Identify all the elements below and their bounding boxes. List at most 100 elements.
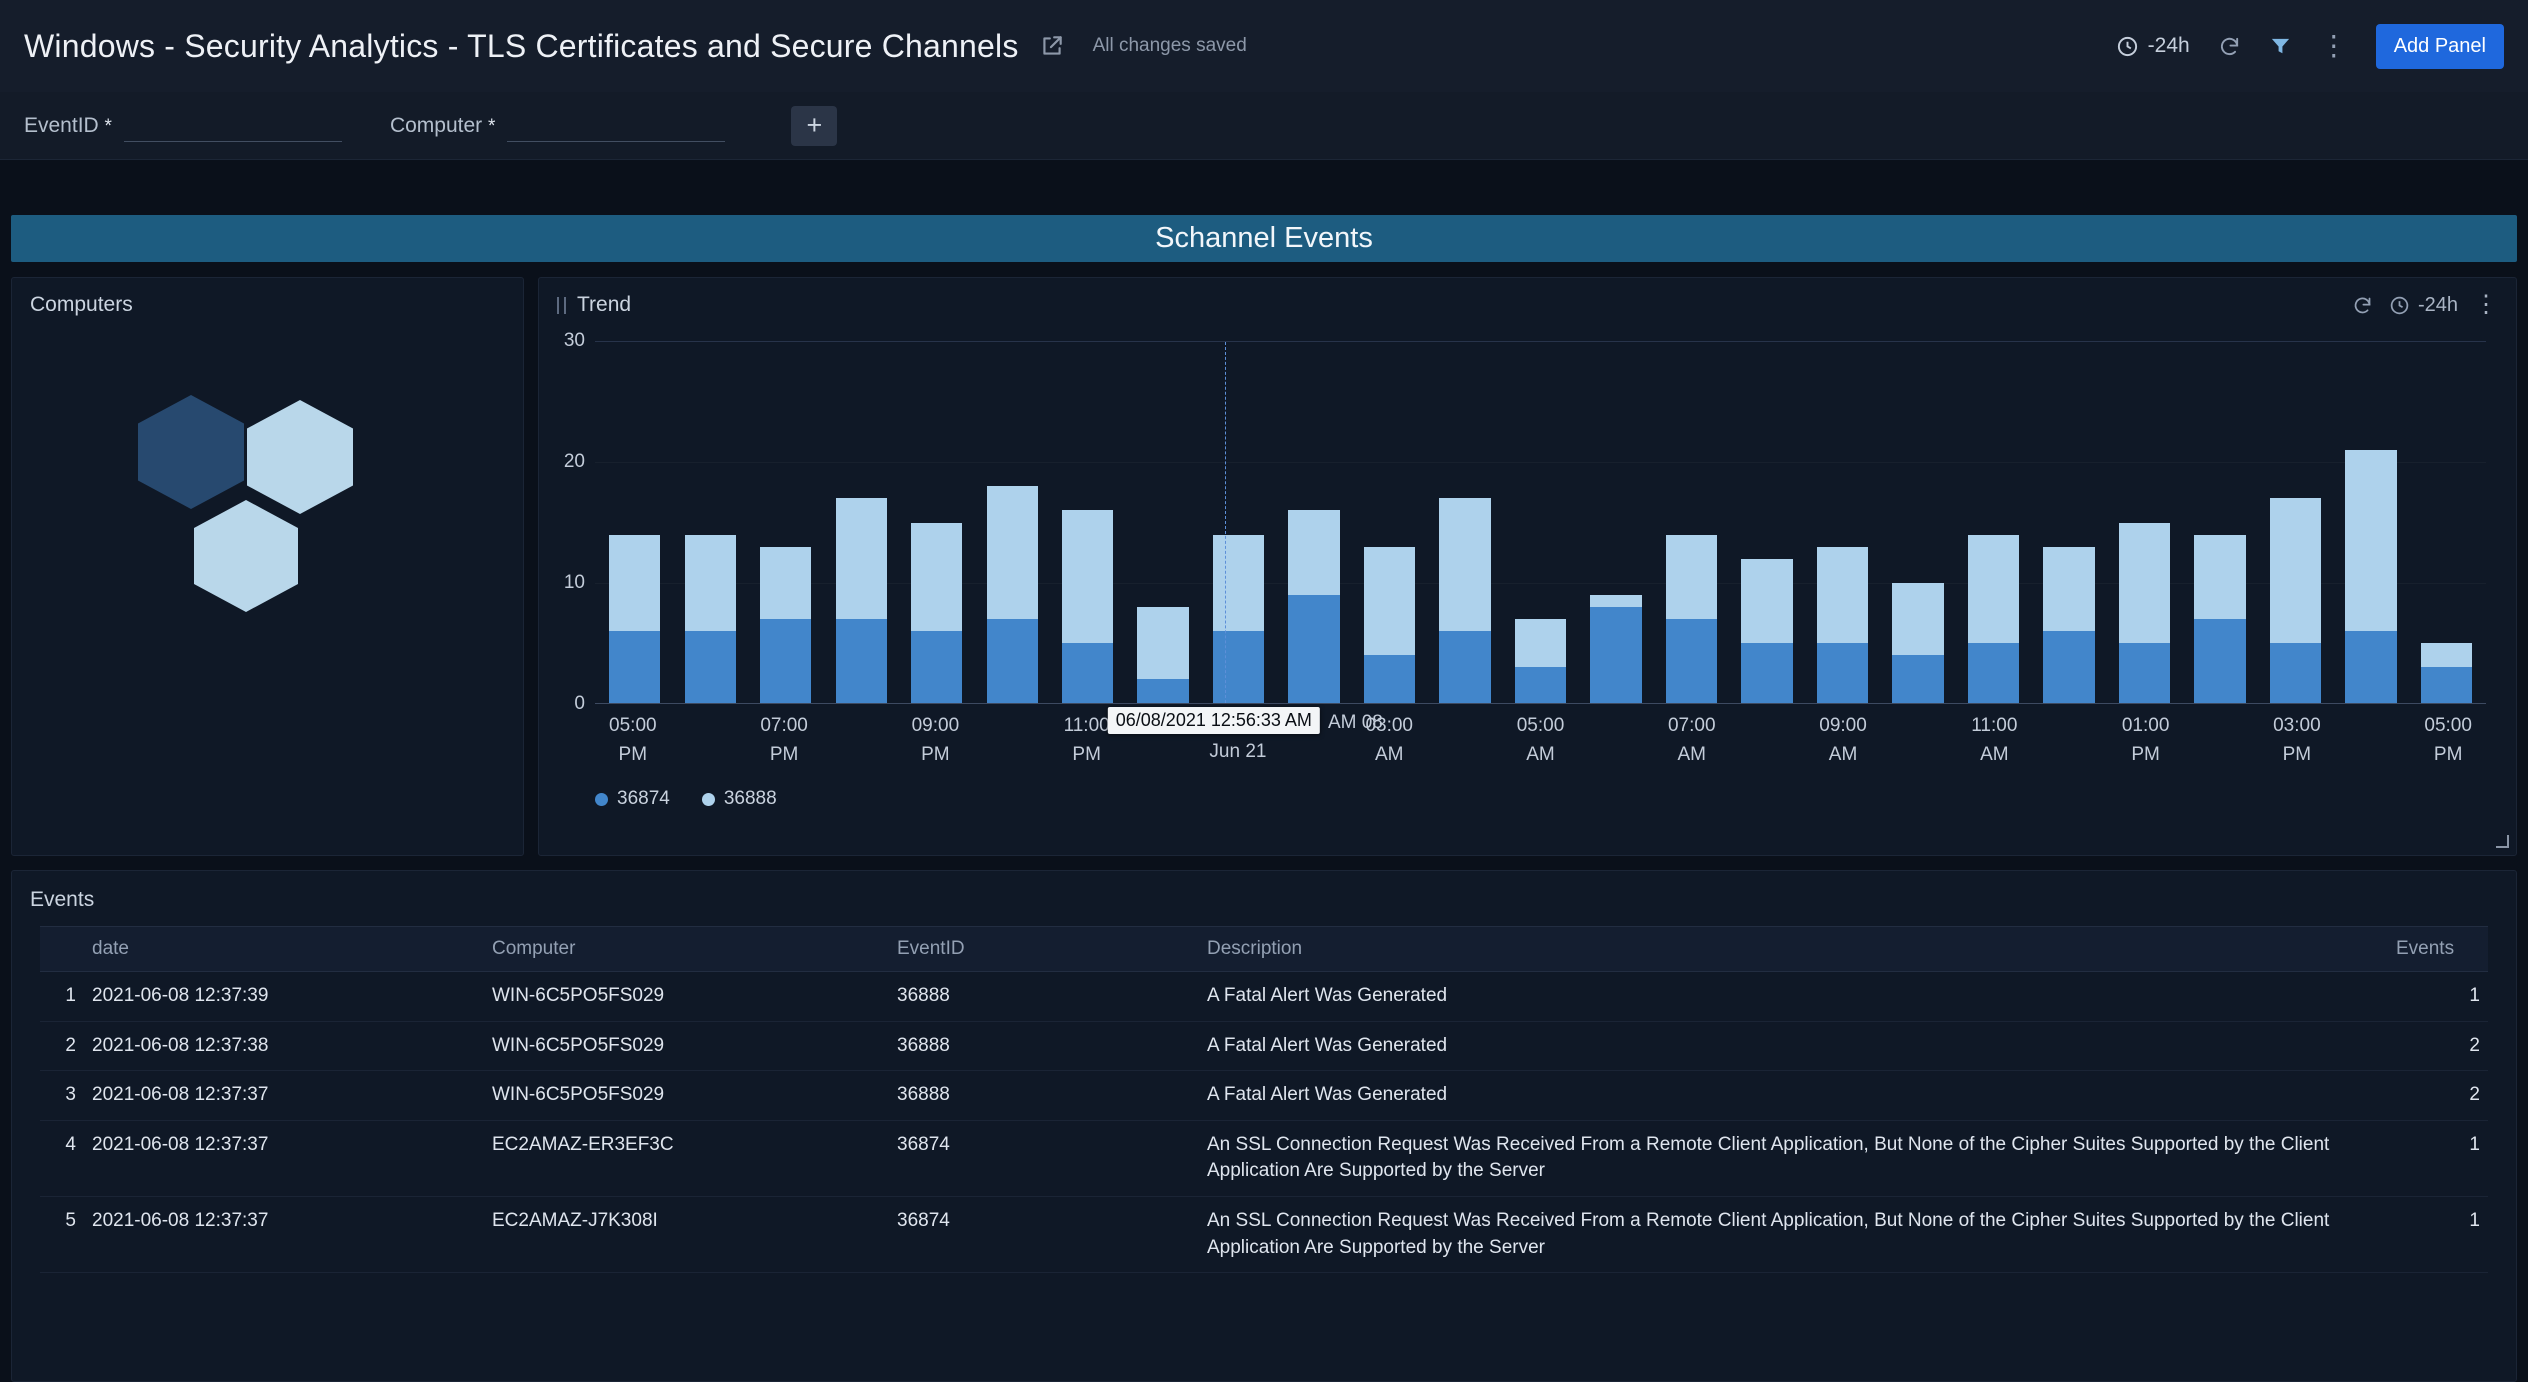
- trend-bar[interactable]: [1654, 342, 1729, 703]
- trend-bar[interactable]: [1578, 342, 1653, 703]
- trend-bar[interactable]: [748, 342, 823, 703]
- trend-bar[interactable]: [1125, 342, 1200, 703]
- bar-stack: [1817, 342, 1868, 703]
- trend-bar[interactable]: [2107, 342, 2182, 703]
- table-row[interactable]: 22021-06-08 12:37:38WIN-6C5PO5FS02936888…: [40, 1021, 2488, 1071]
- time-range-control[interactable]: -24h: [2116, 34, 2190, 58]
- cell-computer: WIN-6C5PO5FS029: [484, 1071, 889, 1121]
- bar-segment-36874: [2270, 643, 2321, 703]
- column-header-eventid[interactable]: EventID: [889, 927, 1199, 972]
- trend-bar[interactable]: [1880, 342, 1955, 703]
- bar-segment-36874: [685, 631, 736, 703]
- trend-plot: [595, 341, 2486, 704]
- trend-bar[interactable]: [1352, 342, 1427, 703]
- trend-bar[interactable]: [1729, 342, 1804, 703]
- trend-bar[interactable]: [1201, 342, 1276, 703]
- bar-segment-36874: [836, 619, 887, 703]
- column-header-date[interactable]: date: [84, 927, 484, 972]
- trend-bar[interactable]: [672, 342, 747, 703]
- bar-segment-36874: [911, 631, 962, 703]
- bar-stack: [1968, 342, 2019, 703]
- legend-item[interactable]: 36888: [702, 788, 777, 810]
- cell-index: 3: [40, 1071, 84, 1121]
- filter-field-eventid: EventID *: [24, 110, 342, 142]
- bar-stack: [1892, 342, 1943, 703]
- filter-field-computer: Computer *: [390, 110, 725, 142]
- bar-stack: [2194, 342, 2245, 703]
- cell-eventid: 36888: [889, 1071, 1199, 1121]
- hexagon-light[interactable]: [247, 400, 353, 514]
- bar-segment-36888: [987, 486, 1038, 618]
- chart-cursor-tooltip: 06/08/2021 12:56:33 AM: [1108, 707, 1320, 734]
- section-title: Schannel Events: [1155, 222, 1373, 255]
- legend-label: 36874: [617, 788, 670, 810]
- trend-bar[interactable]: [1503, 342, 1578, 703]
- bar-segment-36888: [1741, 559, 1792, 643]
- kebab-menu-icon[interactable]: ⋮: [2320, 32, 2348, 60]
- bar-segment-36874: [1817, 643, 1868, 703]
- y-axis-tick: 0: [574, 693, 585, 715]
- resize-handle[interactable]: [2496, 835, 2509, 848]
- table-row[interactable]: 12021-06-08 12:37:39WIN-6C5PO5FS02936888…: [40, 972, 2488, 1022]
- trend-legend: 36874 36888: [595, 788, 2516, 810]
- column-header-events[interactable]: Events: [2388, 927, 2488, 972]
- hexagon-dark[interactable]: [138, 395, 244, 509]
- share-icon[interactable]: [1039, 33, 1065, 59]
- drag-handle-icon[interactable]: [557, 297, 566, 314]
- add-panel-button[interactable]: Add Panel: [2376, 24, 2504, 69]
- refresh-icon[interactable]: [2352, 295, 2373, 316]
- trend-bar[interactable]: [597, 342, 672, 703]
- cell-eventid: 36888: [889, 972, 1199, 1022]
- x-axis-label: 01:00PM: [2122, 712, 2170, 769]
- trend-bar[interactable]: [1276, 342, 1351, 703]
- trend-bar[interactable]: [2409, 342, 2484, 703]
- trend-bar[interactable]: [2333, 342, 2408, 703]
- column-header-description[interactable]: Description: [1199, 927, 2388, 972]
- trend-bar[interactable]: [1427, 342, 1502, 703]
- bar-stack: [1364, 342, 1415, 703]
- trend-bar[interactable]: [2258, 342, 2333, 703]
- trend-bar[interactable]: [974, 342, 1049, 703]
- trend-time-range[interactable]: -24h: [2418, 294, 2458, 317]
- table-row[interactable]: 42021-06-08 12:37:37EC2AMAZ-ER3EF3C36874…: [40, 1120, 2488, 1196]
- legend-label: 36888: [724, 788, 777, 810]
- kebab-menu-icon[interactable]: ⋮: [2474, 293, 2498, 317]
- trend-bar[interactable]: [1805, 342, 1880, 703]
- bar-stack: [2345, 342, 2396, 703]
- header-controls: -24h ⋮ Add Panel: [2116, 24, 2504, 69]
- hexagon-light[interactable]: [194, 500, 298, 612]
- add-filter-button[interactable]: +: [791, 106, 837, 146]
- required-asterisk: *: [488, 116, 495, 137]
- trend-bar[interactable]: [823, 342, 898, 703]
- trend-bar[interactable]: [1956, 342, 2031, 703]
- trend-bar[interactable]: [1050, 342, 1125, 703]
- clock-icon: [2116, 35, 2139, 58]
- bar-segment-36888: [2194, 535, 2245, 619]
- filter-label-eventid: EventID *: [24, 114, 112, 138]
- filter-label-computer: Computer *: [390, 114, 495, 138]
- filter-bar: EventID * Computer * +: [0, 92, 2528, 160]
- x-axis-label: 07:00PM: [760, 712, 808, 769]
- trend-bar[interactable]: [2182, 342, 2257, 703]
- table-row[interactable]: 32021-06-08 12:37:37WIN-6C5PO5FS02936888…: [40, 1071, 2488, 1121]
- app-header: Windows - Security Analytics - TLS Certi…: [0, 0, 2528, 92]
- bar-segment-36874: [987, 619, 1038, 703]
- legend-item[interactable]: 36874: [595, 788, 670, 810]
- trend-bar[interactable]: [2031, 342, 2106, 703]
- clock-icon[interactable]: [2389, 295, 2410, 316]
- table-row[interactable]: 52021-06-08 12:37:37EC2AMAZ-J7K308I36874…: [40, 1196, 2488, 1272]
- filter-icon[interactable]: [2269, 35, 2292, 58]
- bar-segment-36874: [1213, 631, 1264, 703]
- column-header-computer[interactable]: Computer: [484, 927, 889, 972]
- trend-bar[interactable]: [899, 342, 974, 703]
- computer-filter-input[interactable]: [507, 110, 725, 142]
- computers-panel-title: Computers: [30, 293, 133, 317]
- eventid-filter-input[interactable]: [124, 110, 342, 142]
- refresh-icon[interactable]: [2218, 35, 2241, 58]
- bar-segment-36874: [1515, 667, 1566, 703]
- x-axis-label: 07:00AM: [1668, 712, 1716, 769]
- bar-segment-36874: [609, 631, 660, 703]
- trend-panel-title: Trend: [577, 293, 631, 317]
- bar-segment-36874: [2421, 667, 2472, 703]
- cell-eventid: 36874: [889, 1120, 1199, 1196]
